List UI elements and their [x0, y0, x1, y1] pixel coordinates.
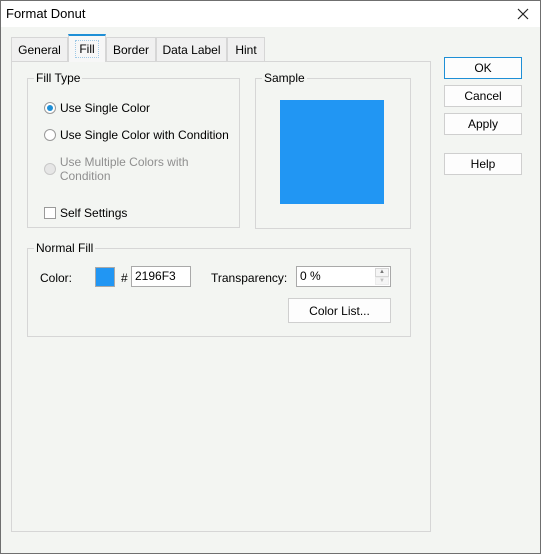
tab-hint[interactable]: Hint	[227, 37, 265, 61]
tab-data-label[interactable]: Data Label	[156, 37, 227, 61]
fill-type-label: Fill Type	[34, 71, 83, 85]
color-hex-input[interactable]: 2196F3	[131, 266, 191, 287]
close-icon	[517, 8, 529, 20]
self-settings-checkbox[interactable]	[44, 207, 56, 219]
sample-label: Sample	[262, 71, 307, 85]
radio-button[interactable]	[44, 129, 56, 141]
dialog-title: Format Donut	[6, 6, 86, 21]
tab-general-label: General	[18, 42, 61, 57]
spin-down-button[interactable]: ▼	[375, 276, 389, 285]
cancel-button[interactable]: Cancel	[444, 85, 522, 107]
help-button[interactable]: Help	[444, 153, 522, 175]
tab-border[interactable]: Border	[106, 37, 156, 61]
hash-label: #	[121, 271, 128, 285]
tab-general[interactable]: General	[11, 37, 68, 61]
color-swatch-button[interactable]	[95, 267, 115, 287]
ok-button[interactable]: OK	[444, 57, 522, 79]
radio-label: Use Single Color with Condition	[60, 128, 229, 142]
spin-up-button[interactable]: ▲	[375, 268, 389, 277]
title-bar: Format Donut	[1, 1, 540, 27]
radio-use-single-color-with-condition[interactable]: Use Single Color with Condition	[44, 128, 229, 142]
normal-fill-label: Normal Fill	[34, 241, 96, 255]
sample-color-preview	[280, 100, 384, 204]
arrow-up-icon: ▲	[379, 269, 385, 276]
spinner-buttons: ▲ ▼	[375, 268, 389, 285]
color-list-button[interactable]: Color List...	[288, 298, 391, 323]
radio-label: Use Multiple Colors with Condition	[59, 155, 189, 183]
self-settings-checkbox-row[interactable]: Self Settings	[44, 206, 127, 220]
close-button[interactable]	[512, 3, 534, 25]
transparency-spinner[interactable]: 0 % ▲ ▼	[296, 266, 391, 287]
tab-fill[interactable]: Fill	[68, 34, 106, 62]
tab-data-label-label: Data Label	[162, 42, 221, 57]
self-settings-label: Self Settings	[60, 206, 128, 220]
radio-label: Use Single Color	[60, 101, 151, 115]
color-label: Color:	[40, 271, 73, 285]
format-donut-dialog: Format Donut General Fill Border Data La…	[0, 0, 541, 554]
sample-group: Sample	[255, 71, 411, 229]
fill-tab-panel: Fill Type Use Single Color Use Single Co…	[11, 61, 431, 532]
radio-button-checked[interactable]	[44, 102, 56, 114]
radio-use-multiple-colors-with-condition: Use Multiple Colors with Condition	[44, 155, 239, 183]
transparency-label: Transparency:	[211, 271, 288, 285]
radio-use-single-color[interactable]: Use Single Color	[44, 101, 150, 115]
normal-fill-group: Normal Fill Color: # 2196F3 Transparency…	[27, 241, 411, 337]
tab-border-label: Border	[112, 42, 150, 57]
radio-button-disabled	[44, 163, 56, 175]
apply-button[interactable]: Apply	[444, 113, 522, 135]
transparency-value: 0 %	[300, 269, 321, 283]
arrow-down-icon: ▼	[379, 277, 385, 284]
tab-hint-label: Hint	[235, 42, 257, 57]
fill-type-group: Fill Type Use Single Color Use Single Co…	[27, 71, 240, 228]
tab-fill-label: Fill	[75, 40, 99, 58]
